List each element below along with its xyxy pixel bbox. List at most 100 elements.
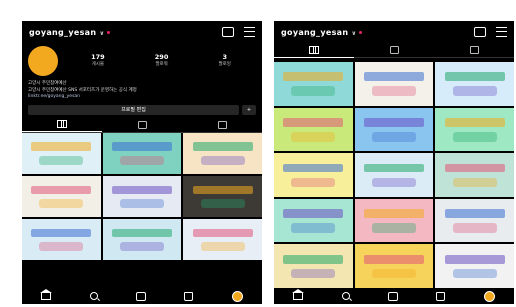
thumbnail-graphic xyxy=(444,254,505,264)
post-thumbnail[interactable] xyxy=(274,198,353,243)
thumbnail-graphic xyxy=(112,185,172,194)
account-switcher[interactable]: goyang_yesan ∨ xyxy=(29,28,110,37)
reels-icon xyxy=(389,46,399,54)
grid-icon xyxy=(57,120,67,128)
thumbnail-graphic xyxy=(444,163,505,173)
post-thumbnail[interactable] xyxy=(22,175,101,218)
avatar[interactable] xyxy=(28,46,58,76)
bio-link[interactable]: linktr.ee/goyang_yesan xyxy=(28,94,256,101)
post-thumbnail[interactable] xyxy=(183,132,262,174)
thumbnail-graphic xyxy=(112,142,172,151)
profile-nav-avatar[interactable] xyxy=(231,290,243,302)
chevron-down-icon: ∨ xyxy=(351,29,357,37)
bio: 고양시 주민참여예산 고양시 주민참여예산 SNS 서포터즈가 운영하는 공식 … xyxy=(28,81,256,101)
post-thumbnail[interactable] xyxy=(274,153,353,197)
tab-reels[interactable] xyxy=(354,43,434,57)
reels-nav-icon[interactable] xyxy=(387,291,398,301)
post-thumbnail[interactable] xyxy=(22,132,101,174)
post-thumbnail[interactable] xyxy=(354,198,434,243)
tab-reels[interactable] xyxy=(102,118,182,132)
thumbnail-graphic xyxy=(200,155,245,165)
post-thumbnail[interactable] xyxy=(274,244,353,288)
profile-nav-avatar[interactable] xyxy=(483,290,495,302)
thumbnail-graphic xyxy=(31,142,92,151)
post-thumbnail[interactable] xyxy=(435,153,514,197)
tab-tagged[interactable] xyxy=(434,43,514,57)
shop-icon[interactable] xyxy=(436,291,446,301)
post-thumbnail[interactable] xyxy=(354,244,434,288)
thumbnail-graphic xyxy=(291,223,336,233)
username: goyang_yesan xyxy=(281,27,349,37)
thumbnail-graphic xyxy=(371,268,417,279)
thumbnail-graphic xyxy=(371,223,417,233)
search-icon[interactable] xyxy=(341,292,350,300)
bottom-nav xyxy=(22,288,262,304)
create-post-icon[interactable] xyxy=(474,27,486,37)
thumbnail-graphic xyxy=(291,132,336,142)
home-icon[interactable] xyxy=(40,288,53,300)
stat-followers[interactable]: 290 팔로워 xyxy=(155,53,169,69)
post-grid xyxy=(274,62,514,288)
post-thumbnail[interactable] xyxy=(22,219,101,261)
post-thumbnail[interactable] xyxy=(274,107,353,152)
post-grid xyxy=(22,132,262,261)
search-icon[interactable] xyxy=(89,292,98,300)
notification-dot xyxy=(358,30,362,34)
thumbnail-graphic xyxy=(283,254,344,264)
reels-nav-icon[interactable] xyxy=(135,291,146,301)
create-post-icon[interactable] xyxy=(222,27,234,37)
tab-grid[interactable] xyxy=(274,43,354,58)
thumbnail-graphic xyxy=(39,198,84,209)
stat-posts[interactable]: 179 게시물 xyxy=(91,53,105,69)
tagged-icon xyxy=(469,46,479,54)
thumbnail-graphic xyxy=(119,242,165,252)
thumbnail-graphic xyxy=(39,155,84,165)
thumbnail-graphic xyxy=(200,242,245,252)
post-thumbnail[interactable] xyxy=(102,132,182,174)
tagged-icon xyxy=(217,120,227,129)
thumbnail-graphic xyxy=(39,242,84,252)
post-thumbnail[interactable] xyxy=(354,107,434,152)
post-thumbnail[interactable] xyxy=(435,198,514,243)
home-icon[interactable] xyxy=(292,288,305,300)
tab-tagged[interactable] xyxy=(182,118,262,132)
menu-icon[interactable] xyxy=(244,27,255,37)
shop-icon[interactable] xyxy=(184,291,194,301)
thumbnail-graphic xyxy=(444,209,505,218)
thumbnail-graphic xyxy=(200,198,245,209)
menu-icon[interactable] xyxy=(496,27,507,37)
post-thumbnail[interactable] xyxy=(354,62,434,106)
post-thumbnail[interactable] xyxy=(435,62,514,106)
thumbnail-graphic xyxy=(452,268,497,279)
post-thumbnail[interactable] xyxy=(183,219,262,261)
thumbnail-graphic xyxy=(119,198,165,209)
thumbnail-graphic xyxy=(31,229,92,238)
thumbnail-graphic xyxy=(364,254,424,264)
following-label: 팔로잉 xyxy=(218,62,231,67)
thumbnail-graphic xyxy=(283,209,344,218)
thumbnail-graphic xyxy=(283,163,344,173)
top-bar: goyang_yesan ∨ xyxy=(22,21,262,43)
discover-people-button[interactable]: + xyxy=(242,104,256,115)
tab-grid[interactable] xyxy=(22,117,102,132)
thumbnail-graphic xyxy=(192,229,253,238)
post-thumbnail[interactable] xyxy=(354,153,434,197)
thumbnail-graphic xyxy=(119,155,165,165)
post-thumbnail[interactable] xyxy=(435,244,514,288)
edit-profile-button[interactable]: 프로필 편집 xyxy=(28,104,239,115)
post-thumbnail[interactable] xyxy=(183,175,262,218)
thumbnail-graphic xyxy=(452,86,497,96)
thumbnail-graphic xyxy=(364,72,424,82)
account-switcher[interactable]: goyang_yesan ∨ xyxy=(281,28,362,37)
profile-header: 179 게시물 290 팔로워 3 팔로잉 고양시 주민참여예산 고양시 주민참… xyxy=(22,43,262,115)
phone-screenshot-right: goyang_yesan ∨ xyxy=(274,21,514,304)
stat-following[interactable]: 3 팔로잉 xyxy=(219,53,231,69)
posts-label: 게시물 xyxy=(91,62,105,67)
thumbnail-graphic xyxy=(364,118,424,127)
add-person-icon: + xyxy=(246,106,252,113)
post-thumbnail[interactable] xyxy=(435,107,514,152)
post-thumbnail[interactable] xyxy=(102,175,182,218)
top-bar: goyang_yesan ∨ xyxy=(274,21,514,43)
post-thumbnail[interactable] xyxy=(102,219,182,261)
post-thumbnail[interactable] xyxy=(274,62,353,106)
